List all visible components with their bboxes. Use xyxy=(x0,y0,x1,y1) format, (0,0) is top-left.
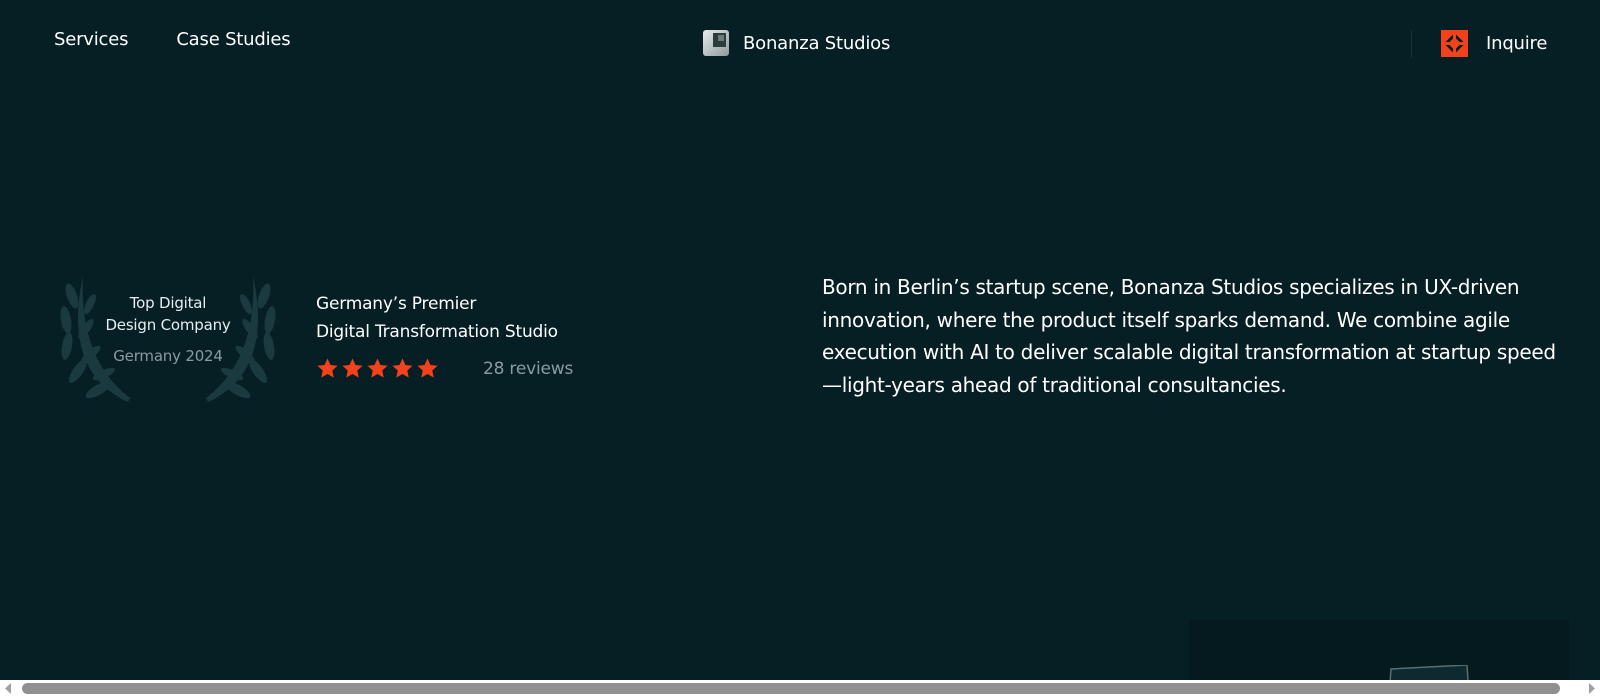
star-icon xyxy=(342,358,363,378)
inquire-icon xyxy=(1441,30,1468,57)
award-title-line2: Design Company xyxy=(105,316,231,334)
brand-name: Bonanza Studios xyxy=(743,32,891,54)
premier-heading: Germany’s Premier Digital Transformation… xyxy=(316,290,558,346)
bonanza-logo-icon xyxy=(703,30,729,56)
award-year: Germany 2024 xyxy=(113,347,223,365)
star-icon xyxy=(367,358,388,378)
reviews-link[interactable]: 28 reviews xyxy=(483,359,573,379)
scroll-right-arrow-icon[interactable] xyxy=(1587,683,1597,694)
intro-description: Born in Berlin’s startup scene, Bonanza … xyxy=(822,275,1556,397)
nav-services-link[interactable]: Services xyxy=(54,29,129,50)
nav-divider xyxy=(1411,30,1412,58)
award-badge: Top Digital Design Company Germany 2024 xyxy=(58,274,278,409)
star-icon xyxy=(417,358,438,378)
horizontal-scrollbar[interactable] xyxy=(0,680,1600,697)
premier-line2: Digital Transformation Studio xyxy=(316,322,558,342)
award-text: Top Digital Design Company Germany 2024 xyxy=(58,292,278,365)
brand-home-link[interactable]: Bonanza Studios xyxy=(703,30,890,56)
inquire-button[interactable]: Inquire xyxy=(1441,30,1547,57)
rating: 28 reviews xyxy=(316,357,573,380)
star-icon xyxy=(392,358,413,378)
main-nav: Services Case Studies xyxy=(54,29,291,50)
award-title-line1: Top Digital xyxy=(129,294,207,312)
inquire-label: Inquire xyxy=(1486,33,1548,54)
star-icon xyxy=(317,358,338,378)
star-rating xyxy=(316,357,439,380)
nav-case-studies-link[interactable]: Case Studies xyxy=(176,29,290,50)
scrollbar-thumb[interactable] xyxy=(22,683,1560,694)
premier-line1: Germany’s Premier xyxy=(316,294,477,314)
scroll-left-arrow-icon[interactable] xyxy=(3,683,13,694)
